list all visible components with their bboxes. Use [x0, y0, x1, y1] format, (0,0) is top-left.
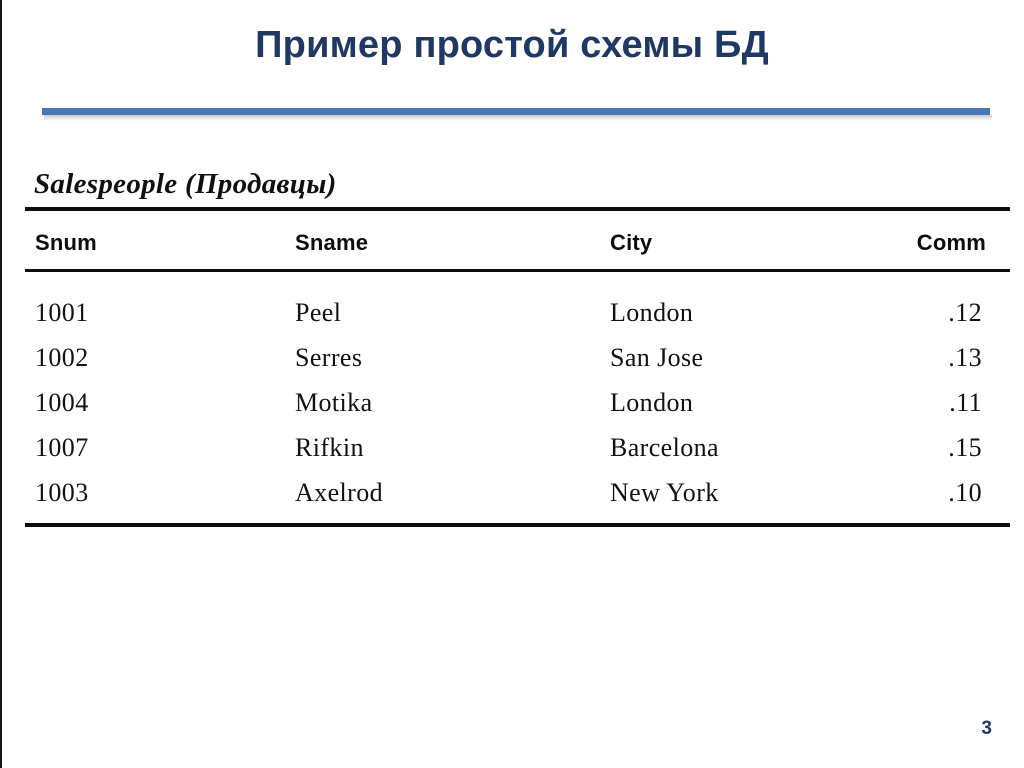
cell-city: London — [610, 387, 694, 417]
cell-snum: 1007 — [35, 432, 89, 462]
cell-sname: Rifkin — [295, 432, 364, 462]
table-header: Snum Sname City Comm — [25, 217, 1010, 269]
salespeople-table-body: 1001 Peel London .12 1002 Serres San Jos… — [25, 282, 1010, 523]
cell-city: New York — [610, 477, 719, 507]
cell-sname: Axelrod — [295, 477, 383, 507]
salespeople-table-figure: Salespeople (Продавцы) Snum Sname City C… — [25, 168, 1010, 527]
table-row: 1002 Serres San Jose .13 — [25, 335, 1010, 380]
salespeople-table: Snum Sname City Comm — [25, 217, 1010, 269]
cell-sname: Peel — [295, 297, 342, 327]
cell-comm: .13 — [948, 342, 982, 372]
cell-snum: 1003 — [35, 477, 89, 507]
cell-snum: 1004 — [35, 387, 89, 417]
title-divider — [42, 108, 990, 115]
cell-sname: Serres — [295, 342, 363, 372]
cell-comm: .10 — [948, 477, 982, 507]
cell-comm: .11 — [949, 387, 982, 417]
cell-city: Barcelona — [610, 432, 719, 462]
cell-snum: 1001 — [35, 297, 89, 327]
table-row: 1003 Axelrod New York .10 — [25, 470, 1010, 523]
table-body: 1001 Peel London .12 1002 Serres San Jos… — [25, 282, 1010, 523]
cell-snum: 1002 — [35, 342, 89, 372]
cell-comm: .12 — [948, 297, 982, 327]
cell-comm: .15 — [948, 432, 982, 462]
column-header-comm: Comm — [916, 230, 986, 255]
cell-sname: Motika — [295, 387, 373, 417]
title-divider-shadow — [44, 115, 992, 121]
table-row: 1007 Rifkin Barcelona .15 — [25, 425, 1010, 470]
table-row: 1004 Motika London .11 — [25, 380, 1010, 425]
column-header-snum: Snum — [35, 230, 97, 255]
page-number: 3 — [981, 718, 992, 739]
table-row: 1001 Peel London .12 — [25, 282, 1010, 335]
table-caption: Salespeople (Продавцы) — [34, 168, 337, 200]
table-body-spacer — [25, 272, 1010, 282]
table-header-row: Snum Sname City Comm — [25, 217, 1010, 269]
page-title: Пример простой схемы БД — [255, 24, 769, 66]
cell-city: San Jose — [610, 342, 704, 372]
table-bottom-rule — [25, 523, 1010, 527]
cell-city: London — [610, 297, 694, 327]
column-header-city: City — [610, 230, 653, 255]
column-header-sname: Sname — [295, 230, 369, 255]
